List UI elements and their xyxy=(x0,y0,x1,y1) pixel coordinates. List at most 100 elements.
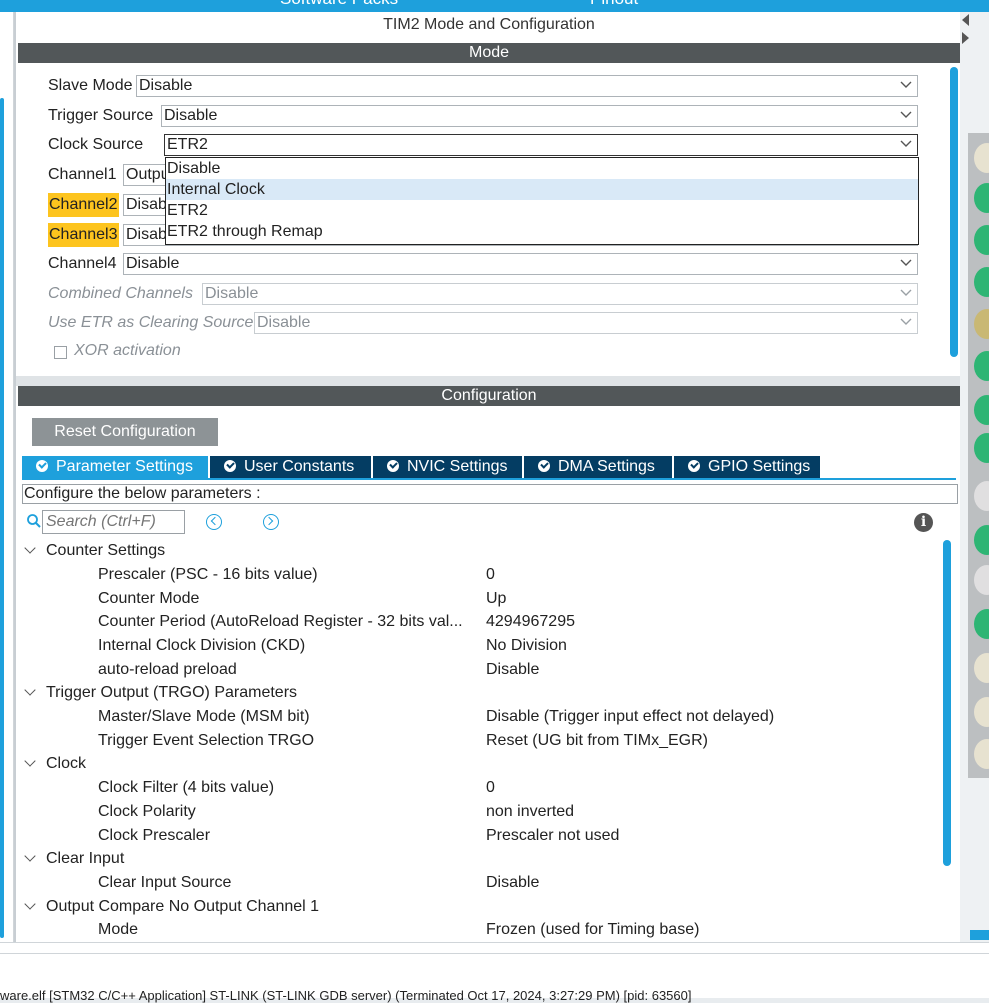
param-name: Master/Slave Mode (MSM bit) xyxy=(98,708,310,725)
option-etr2[interactable]: ETR2 xyxy=(166,200,918,221)
param-value[interactable]: non inverted xyxy=(486,800,574,824)
slave-mode-value: Disable xyxy=(139,77,193,94)
pin-item[interactable] xyxy=(974,739,989,769)
chevron-down-icon xyxy=(900,259,912,266)
top-tab-strip: Software Packs Pinout xyxy=(0,0,989,12)
param-value[interactable]: 4294967295 xyxy=(486,610,575,634)
left-scrollbar[interactable] xyxy=(0,98,4,938)
next-match-icon[interactable] xyxy=(263,514,279,530)
mode-scrollbar[interactable] xyxy=(950,67,958,357)
tab-underline xyxy=(22,478,956,480)
mode-section-header: Mode xyxy=(18,43,960,63)
slave-mode-select[interactable]: Disable xyxy=(136,75,918,97)
param-value[interactable]: Disable (Trigger input effect not delaye… xyxy=(486,705,774,729)
param-value[interactable]: 0 xyxy=(486,776,495,800)
pin-item[interactable] xyxy=(974,565,989,595)
info-icon[interactable]: i xyxy=(914,513,933,532)
parameters-scrollbar[interactable] xyxy=(943,540,951,866)
chevron-down-icon xyxy=(24,542,36,554)
group-label: Counter Settings xyxy=(46,542,166,559)
tab-software-packs[interactable]: Software Packs xyxy=(280,0,398,9)
param-value[interactable]: Reset (UG bit from TIMx_EGR) xyxy=(486,729,708,753)
group-clock[interactable]: Clock xyxy=(22,752,86,776)
pin-item[interactable] xyxy=(974,183,989,213)
param-value[interactable]: No Division xyxy=(486,634,567,658)
pin-item[interactable] xyxy=(974,395,989,425)
option-etr2-remap[interactable]: ETR2 through Remap xyxy=(166,221,918,242)
pin-item[interactable] xyxy=(974,433,989,463)
param-value[interactable]: Prescaler not used xyxy=(486,824,619,848)
tab-dma-settings[interactable]: DMA Settings xyxy=(524,456,672,478)
param-name: Clock Prescaler xyxy=(98,827,211,844)
tab-pinout[interactable]: Pinout xyxy=(590,0,638,9)
channel3-label: Channel3 xyxy=(48,223,119,247)
left-edge-panel xyxy=(0,12,14,942)
pin-item[interactable] xyxy=(974,525,989,555)
configure-hint: Configure the below parameters : xyxy=(22,484,958,504)
tab-label: User Constants xyxy=(244,458,355,475)
search-input[interactable] xyxy=(42,510,185,534)
console-divider xyxy=(0,953,989,954)
etr-clearing-label: Use ETR as Clearing Source xyxy=(48,314,254,331)
tab-parameter-settings[interactable]: Parameter Settings xyxy=(22,456,208,478)
param-value[interactable]: Disable xyxy=(486,871,539,895)
group-label: Clear Input xyxy=(46,850,125,867)
clipped-row-container: Mode Frozen (used for Timing base) xyxy=(16,918,960,942)
pin-item[interactable] xyxy=(974,143,989,173)
tab-gpio-settings[interactable]: GPIO Settings xyxy=(674,456,820,478)
clock-source-select[interactable]: ETR2 xyxy=(164,134,918,156)
panel-title: TIM2 Mode and Configuration xyxy=(383,16,595,33)
chevron-down-icon xyxy=(900,81,912,88)
pin-item[interactable] xyxy=(974,481,989,511)
reset-configuration-button[interactable]: Reset Configuration xyxy=(32,418,218,446)
combined-channels-value: Disable xyxy=(205,285,259,302)
xor-activation-label: XOR activation xyxy=(74,342,181,359)
channel4-label: Channel4 xyxy=(48,255,117,272)
param-name: Counter Mode xyxy=(98,590,200,607)
pin-item[interactable] xyxy=(974,351,989,381)
group-clear-input[interactable]: Clear Input xyxy=(22,847,124,871)
chevron-down-icon xyxy=(24,898,36,910)
section-divider[interactable] xyxy=(16,376,960,386)
chevron-down-icon xyxy=(900,318,912,325)
param-value[interactable]: Frozen (used for Timing base) xyxy=(486,918,699,942)
chevron-down-icon xyxy=(900,140,912,147)
channel2-label: Channel2 xyxy=(48,193,119,217)
right-scrollbar[interactable] xyxy=(970,930,989,940)
check-circle-icon xyxy=(224,460,236,472)
param-name: Internal Clock Division (CKD) xyxy=(98,637,306,654)
xor-checkbox[interactable] xyxy=(54,346,67,359)
tab-label: Parameter Settings xyxy=(56,458,193,475)
combined-channels-select[interactable]: Disable xyxy=(202,283,918,305)
param-name: Clear Input Source xyxy=(98,874,232,891)
param-value[interactable]: 0 xyxy=(486,563,495,587)
pin-item[interactable] xyxy=(974,267,989,297)
pin-item[interactable] xyxy=(974,653,989,683)
group-output-compare-ch1[interactable]: Output Compare No Output Channel 1 xyxy=(22,895,319,919)
trigger-source-select[interactable]: Disable xyxy=(161,105,918,127)
etr-clearing-select[interactable]: Disable xyxy=(254,312,918,334)
chevron-down-icon xyxy=(24,684,36,696)
tab-label: DMA Settings xyxy=(558,458,655,475)
previous-match-icon[interactable] xyxy=(206,514,222,530)
combined-channels-label: Combined Channels xyxy=(48,285,193,302)
channel4-select[interactable]: Disable xyxy=(123,253,918,275)
pin-item[interactable] xyxy=(974,309,989,339)
param-name: auto-reload preload xyxy=(98,661,237,678)
pin-item[interactable] xyxy=(974,225,989,255)
pin-strip xyxy=(968,133,989,778)
pin-item[interactable] xyxy=(974,697,989,727)
param-value[interactable]: Up xyxy=(486,587,506,611)
param-name: Trigger Event Selection TRGO xyxy=(98,732,315,749)
tab-user-constants[interactable]: User Constants xyxy=(210,456,371,478)
group-trigger-output[interactable]: Trigger Output (TRGO) Parameters xyxy=(22,681,297,705)
option-internal-clock[interactable]: Internal Clock xyxy=(166,179,918,200)
param-name: Clock Filter (4 bits value) xyxy=(98,779,275,796)
param-value[interactable]: Disable xyxy=(486,658,539,682)
group-counter-settings[interactable]: Counter Settings xyxy=(22,539,165,563)
group-label: Clock xyxy=(46,755,87,772)
option-disable[interactable]: Disable xyxy=(166,158,918,179)
tab-nvic-settings[interactable]: NVIC Settings xyxy=(373,456,522,478)
param-name: Prescaler (PSC - 16 bits value) xyxy=(98,566,318,583)
pin-item[interactable] xyxy=(974,609,989,639)
